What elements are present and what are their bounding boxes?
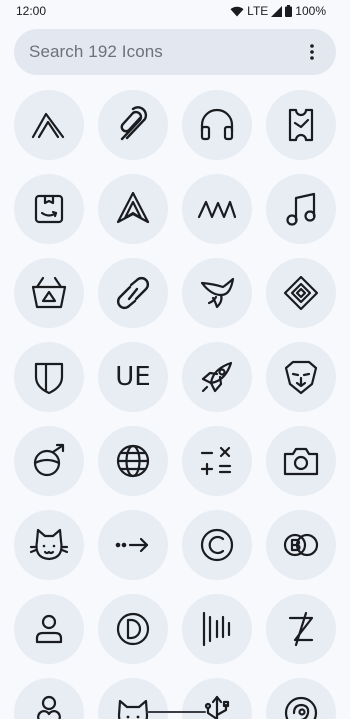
binance-diamond-icon <box>283 275 319 311</box>
icon-tile-23[interactable] <box>182 510 252 580</box>
link-loop-icon <box>117 277 149 309</box>
globe-icon <box>116 444 150 478</box>
double-circle-b-icon <box>283 533 319 557</box>
camera-icon <box>283 447 319 476</box>
navigation-arrow-icon <box>116 191 150 224</box>
icon-tile-5[interactable] <box>14 174 84 244</box>
icon-tile-8[interactable] <box>266 174 336 244</box>
icon-grid: UE <box>0 0 350 719</box>
icon-tile-11[interactable] <box>182 258 252 328</box>
icon-tile-4[interactable] <box>266 90 336 160</box>
icon-tile-16[interactable] <box>266 342 336 412</box>
ue-text-icon: UE <box>115 362 151 392</box>
icon-tile-13[interactable] <box>14 342 84 412</box>
icon-tile-24[interactable] <box>266 510 336 580</box>
amazon-box-icon <box>34 194 64 224</box>
icon-tile-14[interactable]: UE <box>98 342 168 412</box>
app-screen: 12:00 LTE 100% Search 192 Icons UE <box>0 0 350 719</box>
icon-tile-12[interactable] <box>266 258 336 328</box>
icon-tile-7[interactable] <box>182 174 252 244</box>
icon-tile-15[interactable] <box>182 342 252 412</box>
usb-icon <box>204 695 230 719</box>
icon-tile-32[interactable] <box>266 678 336 719</box>
vertical-bars-icon <box>202 611 231 647</box>
music-note-icon <box>286 192 316 226</box>
icon-tile-1[interactable] <box>14 90 84 160</box>
person-icon <box>35 614 63 644</box>
icon-tile-26[interactable] <box>98 594 168 664</box>
wave-m-icon <box>197 200 237 219</box>
copyright-icon <box>200 528 234 562</box>
icon-tile-20[interactable] <box>266 426 336 496</box>
paperclip-swirl-icon <box>120 106 148 141</box>
triangle-lines-icon <box>31 112 65 139</box>
icon-tile-10[interactable] <box>98 258 168 328</box>
shield-icon <box>34 362 64 395</box>
rocket-icon <box>201 361 233 393</box>
swift-bird-icon <box>200 277 235 309</box>
icon-tile-9[interactable] <box>14 258 84 328</box>
z-slash-icon <box>288 611 314 647</box>
calculator-icon <box>200 446 232 476</box>
icon-tile-28[interactable] <box>266 594 336 664</box>
icon-tile-6[interactable] <box>98 174 168 244</box>
planet-arrow-icon <box>33 443 65 477</box>
icon-tile-17[interactable] <box>14 426 84 496</box>
cat-head-icon <box>117 699 149 719</box>
ticket-icon <box>288 108 314 142</box>
cat-face-icon <box>29 528 69 561</box>
icon-tile-3[interactable] <box>182 90 252 160</box>
icon-tile-27[interactable] <box>182 594 252 664</box>
icon-tile-22[interactable] <box>98 510 168 580</box>
headphones-icon <box>200 108 234 141</box>
gesture-handle[interactable] <box>146 711 206 713</box>
icon-tile-19[interactable] <box>182 426 252 496</box>
icon-tile-25[interactable] <box>14 594 84 664</box>
icon-tile-29[interactable] <box>14 678 84 719</box>
person-heart-icon <box>37 695 61 719</box>
icon-tile-2[interactable] <box>98 90 168 160</box>
half-circle-d-icon <box>116 612 150 646</box>
lion-brave-icon <box>284 360 318 395</box>
round-logo-icon <box>284 696 318 719</box>
icon-tile-21[interactable] <box>14 510 84 580</box>
basket-icon <box>31 276 67 309</box>
dotted-arrow-icon <box>115 537 149 553</box>
icon-tile-18[interactable] <box>98 426 168 496</box>
